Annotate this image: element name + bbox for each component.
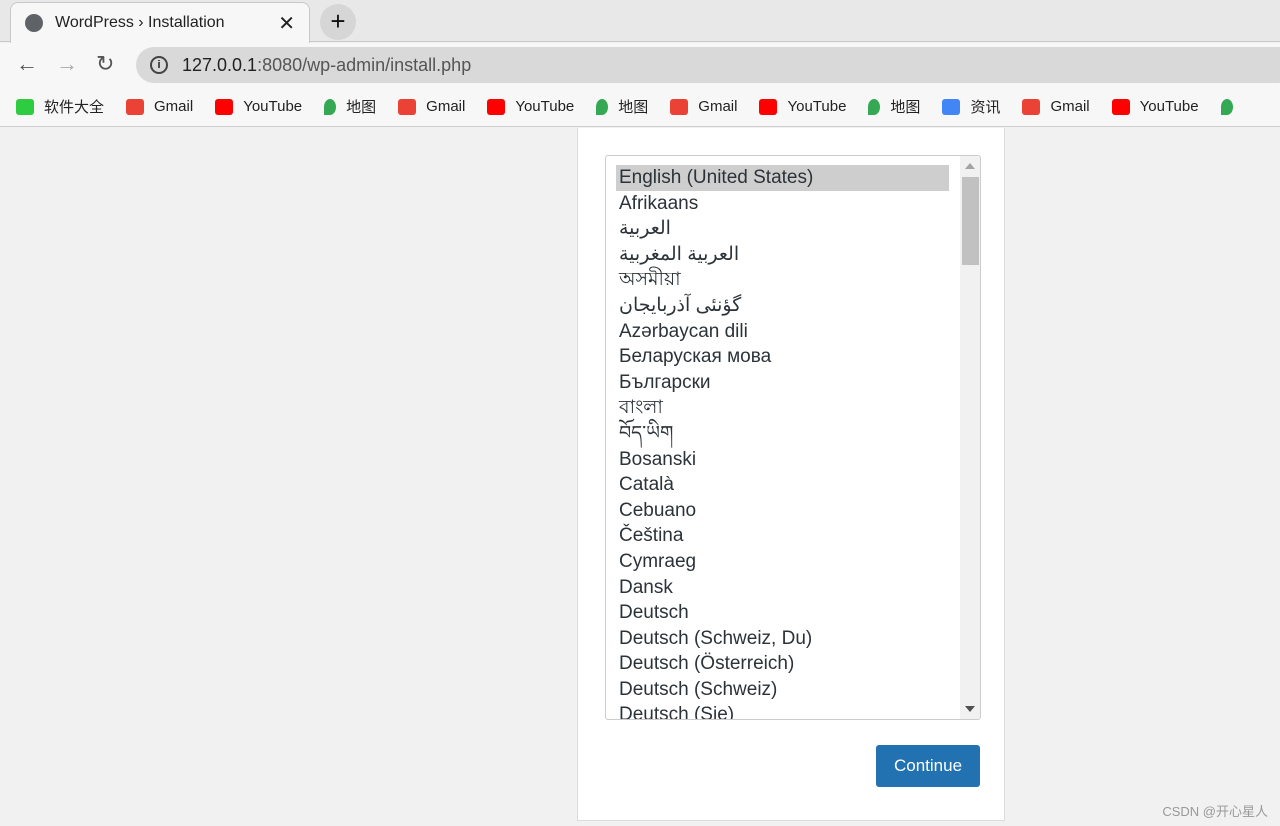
language-option[interactable]: Català <box>616 472 949 498</box>
language-option[interactable]: Afrikaans <box>616 191 949 217</box>
scroll-down-icon[interactable] <box>965 706 975 712</box>
browser-toolbar: ← → ↻ i 127.0.0.1:8080/wp-admin/install.… <box>0 43 1280 87</box>
bookmark-label: YouTube <box>243 98 303 115</box>
maps-icon <box>868 98 881 115</box>
language-option[interactable]: Cymraeg <box>616 549 949 575</box>
bookmark-label: 地图 <box>618 99 649 116</box>
watermark: CSDN @开心星人 <box>1162 804 1268 819</box>
bookmark-item[interactable]: Gmail <box>398 98 465 115</box>
language-option[interactable]: Cebuano <box>616 498 949 524</box>
bookmark-label: Gmail <box>154 98 194 115</box>
maps-icon <box>596 98 609 115</box>
bookmark-label: 资讯 <box>970 99 1001 116</box>
bookmark-label: 地图 <box>346 99 377 116</box>
bookmark-item[interactable]: YouTube <box>487 98 574 115</box>
bookmark-label: YouTube <box>787 98 847 115</box>
globe-icon <box>25 14 43 32</box>
youtube-icon <box>1111 98 1130 115</box>
scrollbar[interactable] <box>960 156 980 719</box>
maps-icon <box>324 98 337 115</box>
language-option[interactable]: Български <box>616 370 949 396</box>
browser-tab[interactable]: WordPress › Installation ✕ <box>10 2 310 43</box>
address-bar[interactable]: i 127.0.0.1:8080/wp-admin/install.php <box>136 47 1280 83</box>
language-option[interactable]: བོད་ཡིག <box>616 421 949 447</box>
bookmark-item[interactable] <box>1220 98 1243 115</box>
language-option[interactable]: Deutsch (Schweiz) <box>616 677 949 703</box>
gmail-icon <box>670 98 689 115</box>
language-option[interactable]: Dansk <box>616 575 949 601</box>
bookmark-item[interactable]: Gmail <box>670 98 737 115</box>
bookmark-label: 软件大全 <box>44 99 105 116</box>
bookmark-item[interactable]: 地图 <box>596 96 648 117</box>
language-option[interactable]: Беларуская мова <box>616 344 949 370</box>
bookmark-item[interactable]: 地图 <box>324 96 376 117</box>
language-option[interactable]: Azərbaycan dili <box>616 319 949 345</box>
language-option[interactable]: English (United States) <box>616 165 949 191</box>
install-card: English (United States) Afrikaans العربية ا… <box>577 128 1005 821</box>
gmail-icon <box>126 98 145 115</box>
scroll-up-icon[interactable] <box>965 163 975 169</box>
forward-icon[interactable]: → <box>56 51 78 77</box>
url-path: :8080/wp-admin/install.php <box>257 54 472 75</box>
gmail-icon <box>1022 98 1041 115</box>
bookmark-item[interactable]: Gmail <box>1022 98 1090 115</box>
bookmarks-bar: 软件大全 Gmail YouTube 地图 Gmail YouTube 地图 Gmail You… <box>0 87 1280 127</box>
bookmark-item[interactable]: YouTube <box>215 98 302 115</box>
bookmark-item[interactable]: 软件大全 <box>16 96 104 117</box>
bookmark-item[interactable]: 地图 <box>868 96 920 117</box>
language-option[interactable]: Deutsch (Sie) <box>616 702 949 719</box>
new-tab-button[interactable]: + <box>320 4 356 40</box>
bookmark-item[interactable]: YouTube <box>1111 98 1199 115</box>
language-option[interactable]: Čeština <box>616 523 949 549</box>
close-tab-icon[interactable]: ✕ <box>278 11 295 36</box>
tab-title: WordPress › Installation <box>55 14 225 31</box>
language-option[interactable]: Deutsch <box>616 600 949 626</box>
youtube-icon <box>759 98 778 115</box>
gmail-icon <box>398 98 417 115</box>
bookmark-label: YouTube <box>515 98 575 115</box>
language-option[interactable]: العربية المغربية <box>616 242 949 268</box>
bookmark-item[interactable]: 资讯 <box>942 96 1000 117</box>
reload-icon[interactable]: ↻ <box>96 51 114 77</box>
bookmark-label: YouTube <box>1139 98 1199 115</box>
language-option[interactable]: گؤنئی آذربایجان <box>616 293 949 319</box>
maps-icon <box>1220 98 1233 115</box>
youtube-icon <box>215 98 234 115</box>
language-option[interactable]: বাংলা <box>616 395 949 421</box>
language-select[interactable]: English (United States) Afrikaans العربية ا… <box>605 155 981 720</box>
bookmark-item[interactable]: Gmail <box>126 98 193 115</box>
tab-strip: WordPress › Installation ✕ + <box>0 0 1280 43</box>
continue-button[interactable]: Continue <box>876 745 980 787</box>
bookmark-label: Gmail <box>1050 98 1090 115</box>
news-icon <box>942 98 961 115</box>
url-host: 127.0.0.1 <box>182 54 258 75</box>
language-option[interactable]: Deutsch (Schweiz, Du) <box>616 626 949 652</box>
scrollbar-thumb[interactable] <box>962 177 979 265</box>
language-option[interactable]: অসমীয়া <box>616 267 949 293</box>
youtube-icon <box>487 98 506 115</box>
download-icon <box>16 98 34 115</box>
language-option[interactable]: Deutsch (Österreich) <box>616 651 949 677</box>
info-icon[interactable]: i <box>150 56 168 74</box>
bookmark-label: Gmail <box>698 98 738 115</box>
bookmark-label: 地图 <box>890 99 921 116</box>
bookmark-label: Gmail <box>426 98 466 115</box>
language-option[interactable]: العربية <box>616 216 949 242</box>
back-icon[interactable]: ← <box>16 51 38 77</box>
language-option[interactable]: Bosanski <box>616 447 949 473</box>
bookmark-item[interactable]: YouTube <box>759 98 846 115</box>
